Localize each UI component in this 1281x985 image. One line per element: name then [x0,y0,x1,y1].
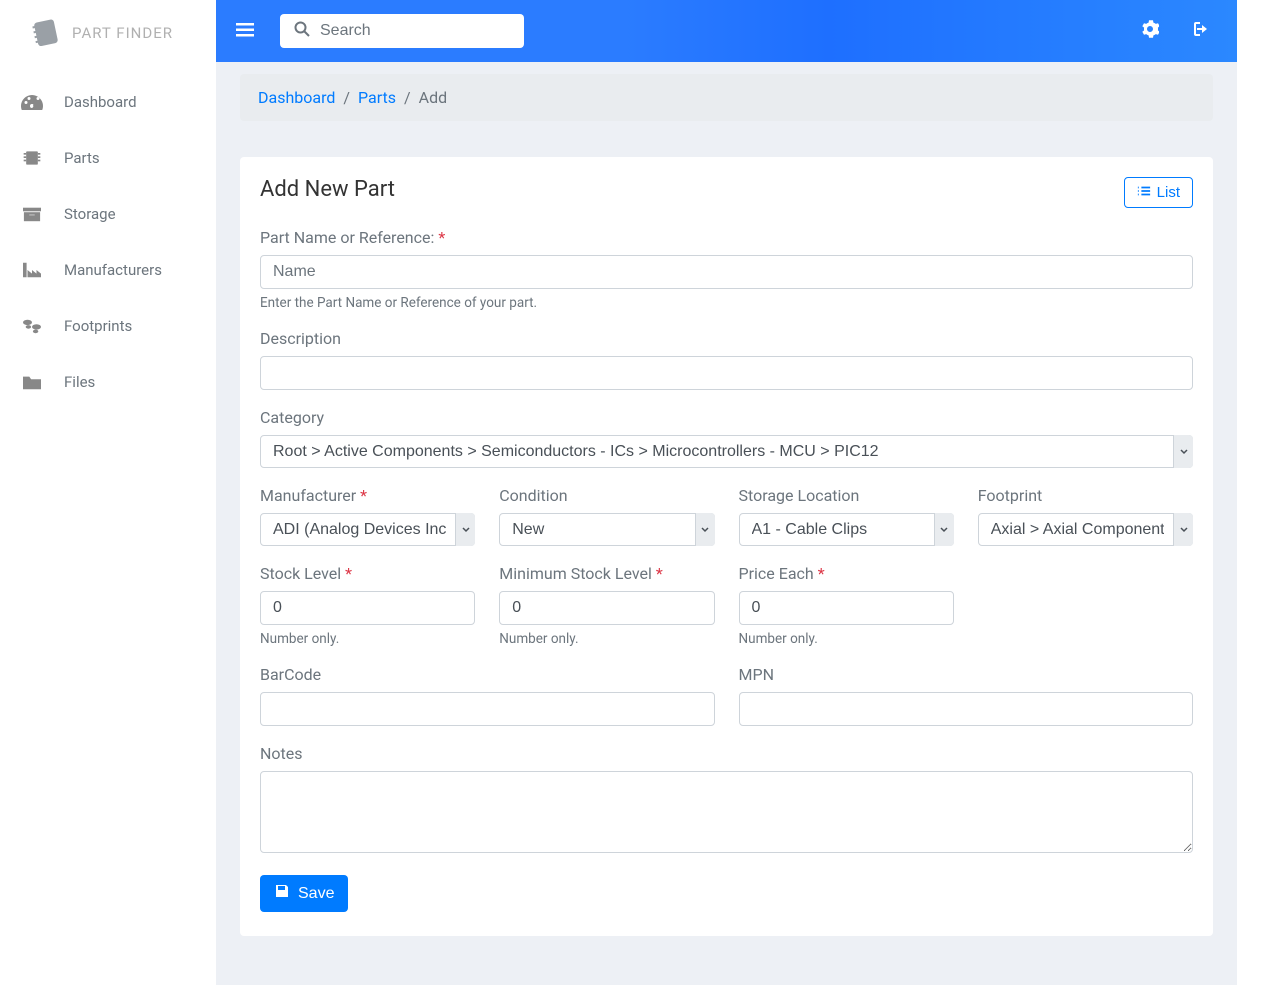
sidebar-item-dashboard[interactable]: Dashboard [0,74,216,130]
list-button[interactable]: List [1124,177,1193,208]
form-group-footprint: Footprint Axial > Axial Component [978,486,1193,546]
topbar [216,0,1237,62]
stock-level-help: Number only. [260,631,475,647]
sidebar-item-label: Files [64,373,95,391]
form-group-description: Description [260,329,1193,390]
dashboard-icon [20,92,44,112]
part-name-input[interactable] [260,255,1193,289]
save-button[interactable]: Save [260,875,348,912]
folder-icon [20,372,44,392]
form-group-condition: Condition New [499,486,714,546]
sidebar-item-label: Footprints [64,317,132,335]
sidebar-item-label: Storage [64,205,116,223]
condition-select[interactable]: New [499,513,714,546]
logout-icon[interactable] [1183,14,1213,48]
part-name-help: Enter the Part Name or Reference of your… [260,295,1193,311]
card: Add New Part List Part Name or Reference… [240,157,1213,936]
list-icon [1137,184,1151,201]
brand-text: PART FINDER [72,24,173,42]
form-group-barcode: BarCode [260,665,715,726]
condition-label: Condition [499,486,714,505]
stock-level-label: Stock Level * [260,564,475,583]
notes-textarea[interactable] [260,771,1193,853]
breadcrumb-separator: / [343,88,350,107]
form-group-mpn: MPN [739,665,1194,726]
mpn-input[interactable] [739,692,1194,726]
min-stock-level-input[interactable] [499,591,714,625]
part-name-label: Part Name or Reference: * [260,228,1193,247]
card-header: Add New Part List [260,177,1193,208]
price-each-input[interactable] [739,591,954,625]
sidebar: PART FINDER Dashboard Parts Storage [0,0,216,985]
stock-level-input[interactable] [260,591,475,625]
brand[interactable]: PART FINDER [0,0,216,74]
form-group-storage-location: Storage Location A1 - Cable Clips [739,486,954,546]
save-button-label: Save [298,885,334,903]
mpn-label: MPN [739,665,1194,684]
save-icon [274,883,290,904]
list-button-label: List [1157,184,1180,201]
sidebar-item-parts[interactable]: Parts [0,130,216,186]
form-group-part-name: Part Name or Reference: * Enter the Part… [260,228,1193,311]
sidebar-item-manufacturers[interactable]: Manufacturers [0,242,216,298]
breadcrumb-link-dashboard[interactable]: Dashboard [258,88,335,107]
right-edge [1237,0,1281,985]
footprint-select[interactable]: Axial > Axial Component [978,513,1193,546]
breadcrumb-separator: / [404,88,411,107]
form-group-stock-level: Stock Level * Number only. [260,564,475,647]
min-stock-level-help: Number only. [499,631,714,647]
description-label: Description [260,329,1193,348]
min-stock-level-label: Minimum Stock Level * [499,564,714,583]
notes-label: Notes [260,744,1193,763]
form-group-min-stock-level: Minimum Stock Level * Number only. [499,564,714,647]
barcode-label: BarCode [260,665,715,684]
hamburger-icon[interactable] [228,14,262,49]
barcode-input[interactable] [260,692,715,726]
footprints-icon [20,316,44,336]
form-group-price-each: Price Each * Number only. [739,564,954,647]
sidebar-item-label: Dashboard [64,93,137,111]
sidebar-item-files[interactable]: Files [0,354,216,410]
sidebar-item-storage[interactable]: Storage [0,186,216,242]
card-title: Add New Part [260,177,395,202]
category-select[interactable]: Root > Active Components > Semiconductor… [260,435,1193,468]
breadcrumb-current: Add [419,88,447,107]
form-group-manufacturer: Manufacturer * ADI (Analog Devices Inc.) [260,486,475,546]
form-group-notes: Notes [260,744,1193,857]
storage-location-label: Storage Location [739,486,954,505]
form-group-category: Category Root > Active Components > Semi… [260,408,1193,468]
breadcrumb: Dashboard / Parts / Add [240,74,1213,121]
breadcrumb-link-parts[interactable]: Parts [358,88,396,107]
sidebar-item-footprints[interactable]: Footprints [0,298,216,354]
footprint-label: Footprint [978,486,1193,505]
category-label: Category [260,408,1193,427]
manufacturer-select[interactable]: ADI (Analog Devices Inc.) [260,513,475,546]
search-input[interactable] [320,22,510,40]
description-input[interactable] [260,356,1193,390]
box-icon [20,204,44,224]
search-wrap [280,14,524,48]
gear-icon[interactable] [1135,14,1165,48]
nav-list: Dashboard Parts Storage Manufacturers [0,74,216,410]
price-each-help: Number only. [739,631,954,647]
spacer-col [978,564,1193,665]
manufacturer-label: Manufacturer * [260,486,475,505]
sidebar-item-label: Manufacturers [64,261,162,279]
content: Dashboard / Parts / Add Add New Part Lis… [216,62,1237,960]
sidebar-item-label: Parts [64,149,100,167]
search-icon [294,21,310,41]
brand-icon [28,16,62,50]
factory-icon [20,260,44,280]
price-each-label: Price Each * [739,564,954,583]
chip-icon [20,148,44,168]
storage-location-select[interactable]: A1 - Cable Clips [739,513,954,546]
main: Dashboard / Parts / Add Add New Part Lis… [216,0,1237,985]
